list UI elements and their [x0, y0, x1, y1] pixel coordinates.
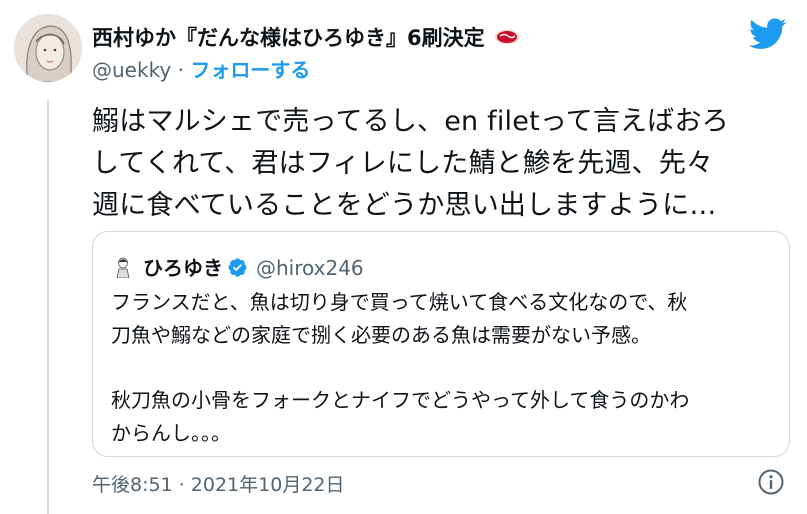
tweet-line: してくれて、君はフィレにした鯖と鯵を先週、先々 [92, 148, 714, 179]
meat-emoji-icon [494, 27, 520, 51]
tweet-line: 週に食べていることをどうか思い出しますように… [92, 190, 717, 221]
tweet-line: 鰯はマルシェで売ってるし、en filetって言えばおろ [92, 106, 729, 137]
quoted-paragraph: 秋刀魚の小骨をフォークとナイフでどうやって外して食うのかわ からんし。。。 [111, 384, 781, 450]
follow-button[interactable]: フォローする [190, 58, 310, 82]
info-icon[interactable] [757, 468, 785, 496]
author-handle-line: @uekky · フォローする [92, 54, 310, 83]
quoted-author[interactable]: ひろゆき @hirox246 [143, 252, 364, 283]
quoted-tweet-body: フランスだと、魚は切り身で買って焼いて食べる文化なので、秋 刀魚や鰯などの家庭で… [111, 286, 781, 450]
thread-line [47, 100, 49, 514]
tweet-body: 鰯はマルシェで売ってるし、en filetって言えばおろ してくれて、君はフィレ… [92, 101, 792, 227]
quoted-author-avatar[interactable] [111, 254, 135, 279]
handle-separator: · [171, 58, 191, 82]
twitter-bird-icon[interactable] [748, 18, 787, 50]
quoted-paragraph: フランスだと、魚は切り身で買って焼いて食べる文化なので、秋 刀魚や鰯などの家庭で… [111, 286, 781, 352]
author-name[interactable]: 西村ゆか『だんな様はひろゆき』6刷決定 [92, 22, 520, 52]
author-display-name[interactable]: 西村ゆか『だんな様はひろゆき』6刷決定 [92, 26, 485, 50]
quoted-line: 刀魚や鰯などの家庭で捌く必要のある魚は需要がない予感。 [111, 323, 651, 347]
quoted-line: からんし。。。 [111, 421, 231, 445]
author-handle[interactable]: @uekky [92, 58, 171, 82]
quoted-handle[interactable]: @hirox246 [256, 256, 364, 280]
quoted-line: 秋刀魚の小骨をフォークとナイフでどうやって外して食うのかわ [111, 388, 690, 412]
verified-badge-icon [227, 257, 248, 283]
quoted-line: フランスだと、魚は切り身で買って焼いて食べる文化なので、秋 [111, 290, 688, 314]
quoted-tweet-card[interactable]: ひろゆき @hirox246 フランスだと、魚は切り身で買って焼いて食べる文化なの… [92, 231, 790, 457]
tweet-timestamp[interactable]: 午後8:51 · 2021年10月22日 [92, 470, 345, 497]
quoted-display-name[interactable]: ひろゆき [143, 256, 223, 280]
author-avatar[interactable] [14, 14, 82, 82]
